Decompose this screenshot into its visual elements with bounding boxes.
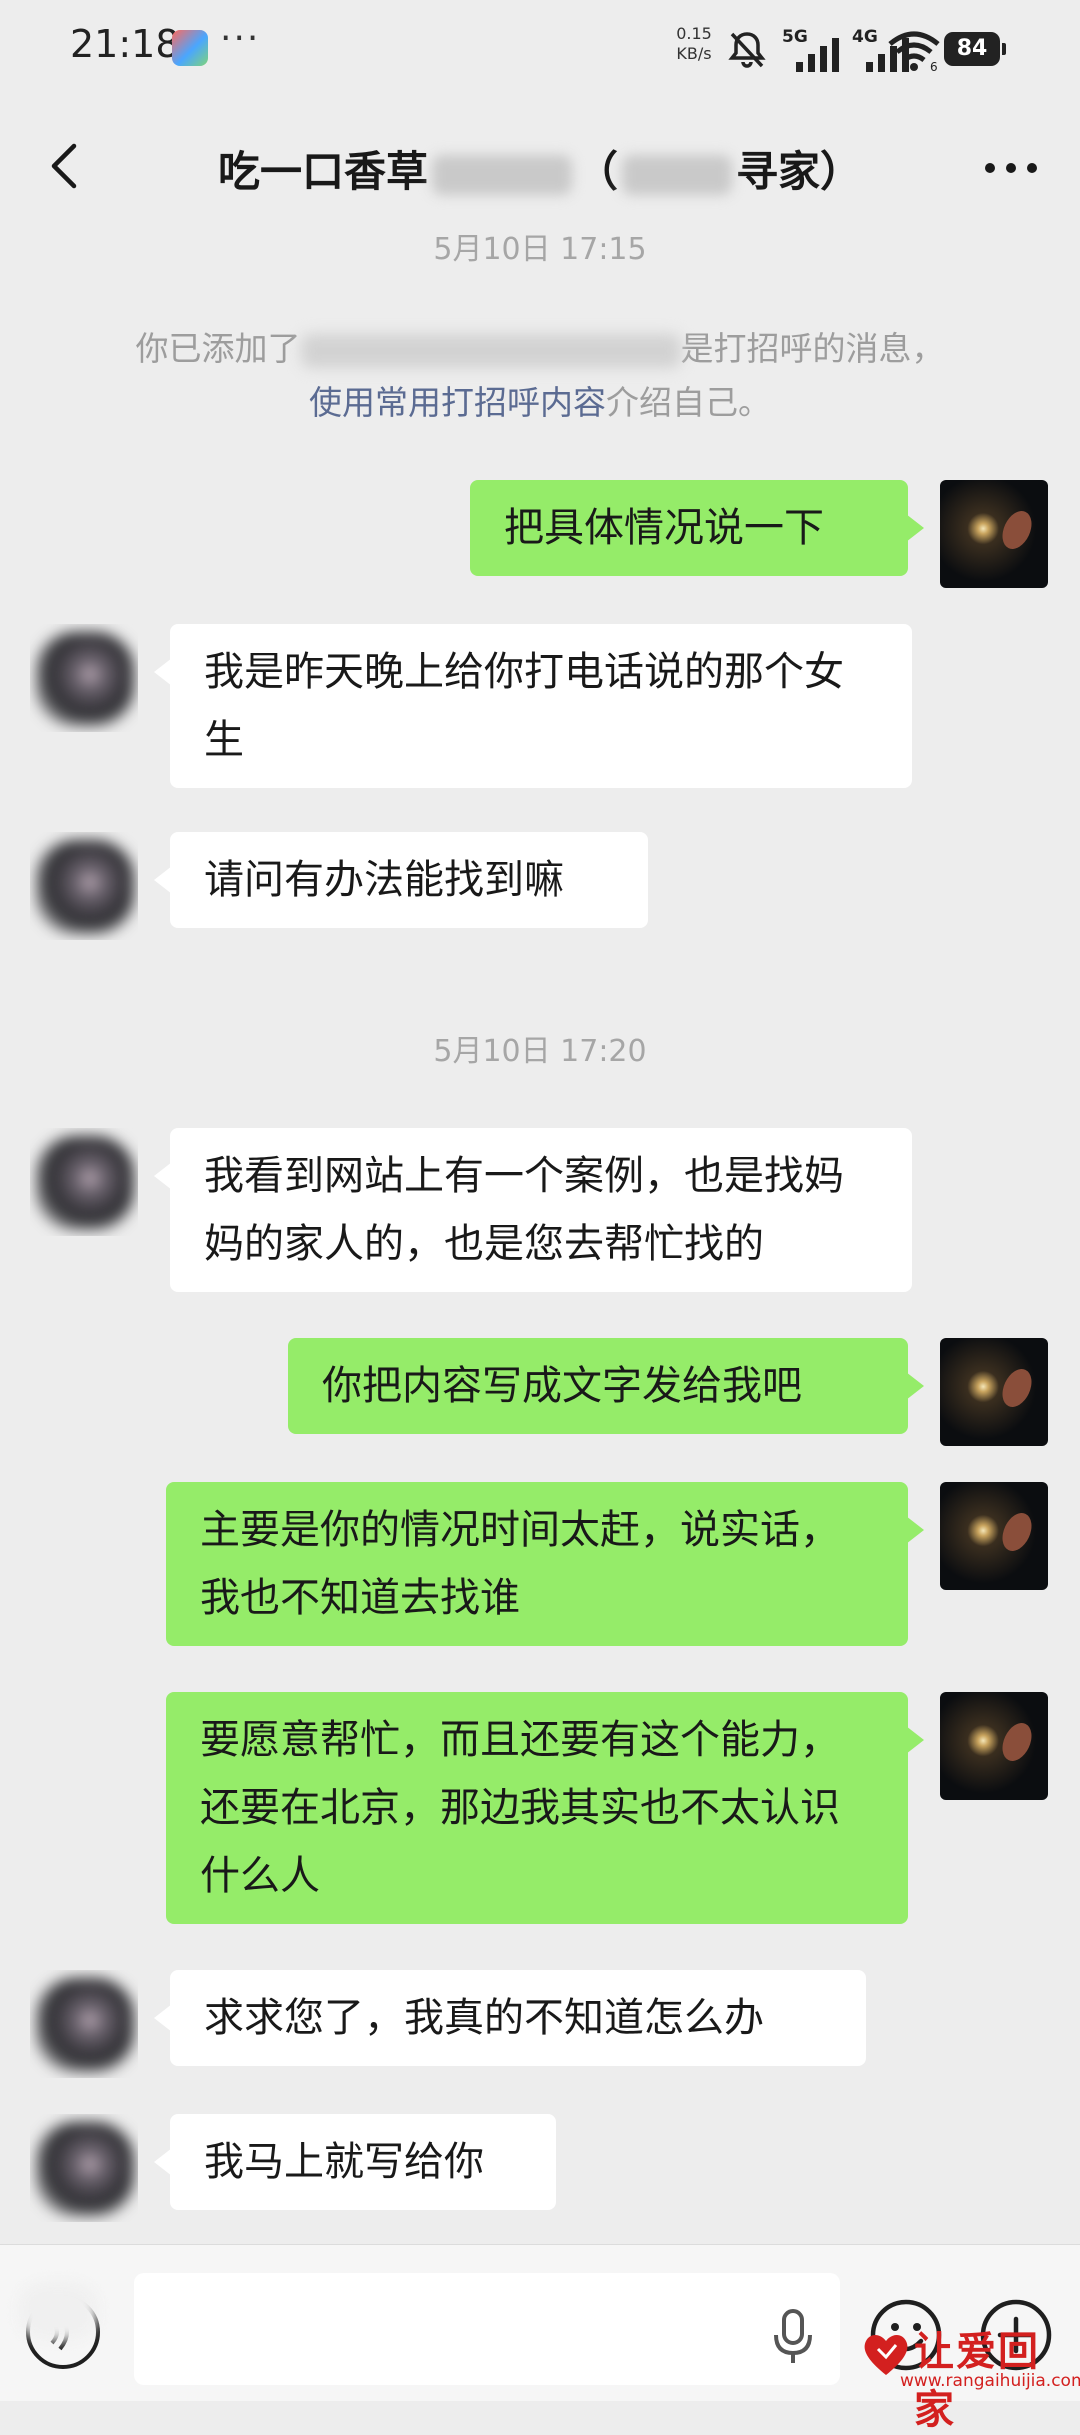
system-message: 你已添加了 是打招呼的消息， 使用常用打招呼内容介绍自己。 <box>60 322 1020 430</box>
signal-4g-label: 4G <box>852 27 878 47</box>
message-bubble-received[interactable]: 我看到网站上有一个案例，也是找妈妈的家人的，也是您去帮忙找的 <box>154 1128 912 1292</box>
system-text: 是打招呼的消息， <box>680 329 945 368</box>
contact-avatar[interactable] <box>30 2114 138 2222</box>
contact-avatar[interactable] <box>30 624 138 732</box>
blurred-name-part <box>431 154 572 195</box>
my-avatar[interactable] <box>940 1338 1048 1446</box>
more-button[interactable] <box>976 138 1046 198</box>
message-bubble-sent[interactable]: 你把内容写成文字发给我吧 <box>288 1338 924 1434</box>
status-bar: 21:18 ··· 0.15 KB/s 5G 4G 6 84 <box>0 0 1080 100</box>
message-input[interactable] <box>134 2273 840 2385</box>
contact-avatar[interactable] <box>30 1970 138 2078</box>
app-notification-icon <box>172 30 208 66</box>
message-bubble-received[interactable]: 我马上就写给你 <box>154 2114 556 2210</box>
net-speed: 0.15 KB/s <box>666 24 722 64</box>
message-input-bar: 让爱回家 www.rangaihuijia.com <box>0 2244 1080 2433</box>
net-speed-unit: KB/s <box>676 44 712 63</box>
signal-5g-icon: 5G <box>782 27 839 72</box>
message-bubble-sent[interactable]: 要愿意帮忙，而且还要有这个能力，还要在北京，那边我其实也不太认识什么人 <box>166 1692 924 1924</box>
chat-title-left: 吃一口香草 <box>217 147 428 196</box>
watermark-url: www.rangaihuijia.com <box>900 2371 1080 2391</box>
message-bubble-sent[interactable]: 把具体情况说一下 <box>470 480 924 576</box>
wifi-sub-label: 6 <box>930 60 938 72</box>
contact-avatar[interactable] <box>30 1128 138 1236</box>
greeting-template-link[interactable]: 使用常用打招呼内容 <box>309 383 606 422</box>
timestamp: 5月10日 17:20 <box>433 1034 647 1069</box>
signal-5g-label: 5G <box>782 27 808 47</box>
bell-muted-icon <box>728 32 766 68</box>
chat-title-right: 寻家） <box>736 147 863 196</box>
wifi-icon: 6 <box>888 31 940 72</box>
site-watermark: 让爱回家 www.rangaihuijia.com <box>852 2317 1080 2433</box>
message-bubble-received[interactable]: 请问有办法能找到嘛 <box>154 832 648 928</box>
timestamp: 5月10日 17:15 <box>433 232 647 267</box>
battery-indicator: 84 <box>944 32 1006 66</box>
status-more-icon: ··· <box>220 18 261 59</box>
my-avatar[interactable] <box>940 1692 1048 1800</box>
blurred-name-part <box>622 154 732 195</box>
net-speed-value: 0.15 <box>676 24 712 43</box>
chevron-left-icon <box>51 143 77 189</box>
voice-toggle-button[interactable] <box>18 2281 100 2369</box>
system-text: 你已添加了 <box>135 329 301 368</box>
blurred-overlay <box>18 2281 98 2341</box>
message-bubble-sent[interactable]: 主要是你的情况时间太赶，说实话，我也不知道去找谁 <box>166 1482 924 1646</box>
chat-title: 吃一口香草（寻家） <box>217 147 863 196</box>
status-time: 21:18 <box>70 22 180 66</box>
chat-message-list[interactable]: 5月10日 17:15 你已添加了 是打招呼的消息， 使用常用打招呼内容介绍自己。… <box>0 214 1080 2244</box>
contact-avatar[interactable] <box>30 832 138 940</box>
back-button[interactable] <box>36 136 96 196</box>
mic-icon[interactable] <box>770 2307 816 2367</box>
my-avatar[interactable] <box>940 1482 1048 1590</box>
my-avatar[interactable] <box>940 480 1048 588</box>
message-bubble-received[interactable]: 我是昨天晚上给你打电话说的那个女生 <box>154 624 912 788</box>
message-bubble-received[interactable]: 求求您了，我真的不知道怎么办 <box>154 1970 866 2066</box>
blurred-text <box>300 333 681 368</box>
system-text: 介绍自己。 <box>606 383 771 422</box>
